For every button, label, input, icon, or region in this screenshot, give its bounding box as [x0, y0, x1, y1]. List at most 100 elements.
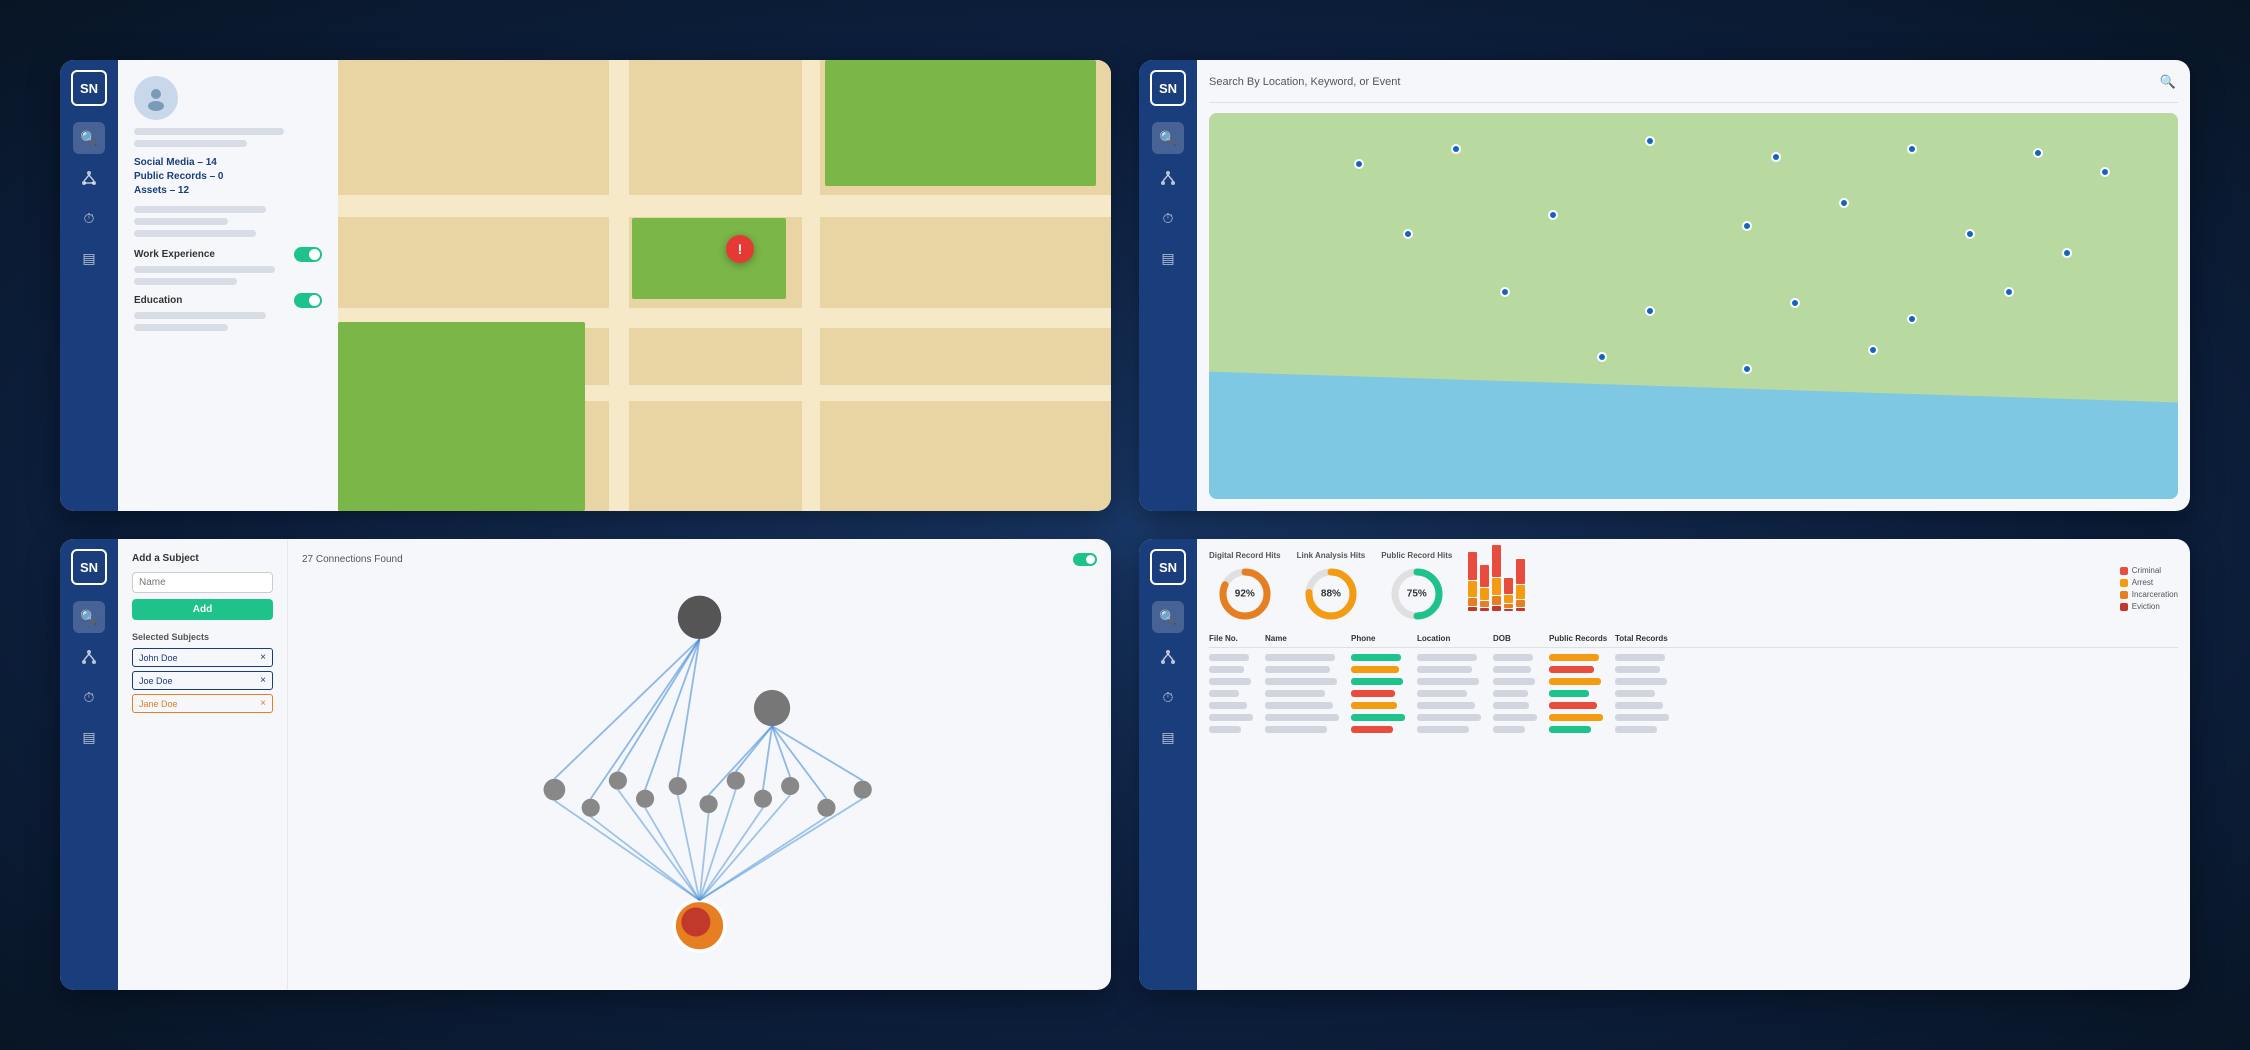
- node-ml5: [669, 777, 687, 795]
- subject-name-jane: Jane Doe: [139, 699, 178, 709]
- map-pin: !: [726, 235, 754, 263]
- subject-chip-jane[interactable]: Jane Doe ×: [132, 694, 273, 713]
- bar-eviction-2: [1480, 608, 1489, 611]
- sidebar2-layers-icon[interactable]: ▤: [1152, 242, 1184, 274]
- panel1-content: Social Media – 14 Public Records – 0 Ass…: [118, 60, 1111, 511]
- add-subject-title: Add a Subject: [132, 553, 273, 564]
- sidebar3-search-icon[interactable]: 🔍: [73, 601, 105, 633]
- content-line-2: [134, 218, 228, 225]
- records-top-section: Digital Record Hits 92% Link Analysis Hi…: [1209, 551, 2178, 624]
- map-background: !: [338, 60, 1111, 511]
- public-record-pct: 75%: [1407, 589, 1427, 600]
- cell-tot-7: [1615, 726, 1675, 733]
- education-toggle[interactable]: [294, 293, 322, 308]
- node-ml6: [700, 795, 718, 813]
- subject-chip-john[interactable]: John Doe ×: [132, 648, 273, 667]
- name-input[interactable]: [132, 572, 273, 593]
- network-toggle[interactable]: [1073, 553, 1097, 566]
- link-analysis-section: Link Analysis Hits 88%: [1297, 551, 1366, 624]
- logo-1: SN: [71, 70, 107, 106]
- cell-dob-7: [1493, 726, 1543, 733]
- work-experience-toggle[interactable]: [294, 247, 322, 262]
- sidebar-search-icon[interactable]: 🔍: [73, 122, 105, 154]
- bar-criminal-1: [1468, 552, 1477, 580]
- search-placeholder-text: Search By Location, Keyword, or Event: [1209, 76, 2158, 88]
- sidebar-layers-icon[interactable]: ▤: [73, 242, 105, 274]
- map-dot-9: [1548, 210, 1558, 220]
- edu-line-2: [134, 324, 228, 331]
- add-subject-button[interactable]: Add: [132, 599, 273, 620]
- logo-2: SN: [1150, 70, 1186, 106]
- sidebar4-network-icon[interactable]: [1152, 641, 1184, 673]
- selected-subjects-label: Selected Subjects: [132, 632, 273, 642]
- legend-label-criminal: Criminal: [2132, 566, 2161, 575]
- cell-loc-1: [1417, 654, 1487, 661]
- sidebar-network-icon[interactable]: [73, 162, 105, 194]
- cell-dob-6: [1493, 714, 1543, 721]
- bar-chart-wrapper: Criminal Arrest Incarceration Evict: [1468, 551, 2178, 611]
- search-button[interactable]: 🔍: [2158, 72, 2178, 92]
- cell-dob-4: [1493, 690, 1543, 697]
- panel3-content: Add a Subject Add Selected Subjects John…: [118, 539, 1111, 990]
- cell-file-3: [1209, 678, 1259, 685]
- content-line-1: [134, 206, 266, 213]
- sidebar3-network-icon[interactable]: [73, 641, 105, 673]
- cell-name-1: [1265, 654, 1345, 661]
- map-dot-15: [1645, 306, 1655, 316]
- sidebar4-clock-icon[interactable]: ⏱: [1152, 681, 1184, 713]
- col-head-location: Location: [1417, 634, 1487, 643]
- sidebar2-search-icon[interactable]: 🔍: [1152, 122, 1184, 154]
- sidebar3-layers-icon[interactable]: ▤: [73, 721, 105, 753]
- sidebar2-network-icon[interactable]: [1152, 162, 1184, 194]
- map-dot-12: [1965, 229, 1975, 239]
- network-panel: 27 Connections Found: [288, 539, 1111, 990]
- records-table: File No. Name Phone Location DOB Public …: [1209, 634, 2178, 978]
- bar-arrest-4: [1504, 595, 1513, 603]
- cell-pub-2: [1549, 666, 1609, 673]
- search-bar: Search By Location, Keyword, or Event 🔍: [1209, 72, 2178, 103]
- subject-remove-joe[interactable]: ×: [260, 675, 266, 686]
- edge-5: [678, 639, 700, 777]
- work-line-1: [134, 266, 275, 273]
- cell-phone-2: [1351, 666, 1411, 673]
- link-analysis-panel: SN 🔍 ⏱ ▤ Add a Subject Add Selected Subj…: [60, 539, 1111, 990]
- subject-chip-joe[interactable]: Joe Doe ×: [132, 671, 273, 690]
- sidebar3-clock-icon[interactable]: ⏱: [73, 681, 105, 713]
- bar-arrest-1: [1468, 581, 1477, 597]
- table-row-3: [1209, 678, 2178, 685]
- digital-hits-label: Digital Record Hits: [1209, 551, 1281, 560]
- profile-map-panel: SN 🔍 ⏱ ▤: [60, 60, 1111, 511]
- road-h1: [338, 195, 1111, 217]
- profile-name-line: [134, 128, 284, 135]
- cell-name-3: [1265, 678, 1345, 685]
- public-records-stat: Public Records – 0: [134, 171, 322, 182]
- bar-incarc-4: [1504, 604, 1513, 608]
- cell-pub-4: [1549, 690, 1609, 697]
- subject-remove-jane[interactable]: ×: [260, 698, 266, 709]
- legend-label-eviction: Eviction: [2132, 602, 2160, 611]
- bar-criminal-5: [1516, 559, 1525, 584]
- sidebar4-layers-icon[interactable]: ▤: [1152, 721, 1184, 753]
- cell-tot-5: [1615, 702, 1675, 709]
- edge-9: [772, 726, 790, 777]
- col-head-name: Name: [1265, 634, 1345, 643]
- chart-legend: Criminal Arrest Incarceration Evict: [2120, 566, 2178, 611]
- edge-b11: [700, 799, 863, 901]
- edge-b4: [645, 808, 699, 900]
- map-dot-17: [1907, 314, 1917, 324]
- cell-loc-3: [1417, 678, 1487, 685]
- node-ml4: [636, 790, 654, 808]
- legend-dot-incarceration: [2120, 591, 2128, 599]
- cell-name-7: [1265, 726, 1345, 733]
- sidebar2-clock-icon[interactable]: ⏱: [1152, 202, 1184, 234]
- subject-remove-john[interactable]: ×: [260, 652, 266, 663]
- map-dot-5: [1907, 144, 1917, 154]
- education-label: Education: [134, 295, 182, 306]
- sidebar-clock-icon[interactable]: ⏱: [73, 202, 105, 234]
- node-top: [678, 596, 722, 640]
- cell-loc-4: [1417, 690, 1487, 697]
- bar-criminal-4: [1504, 578, 1513, 594]
- sidebar4-search-icon[interactable]: 🔍: [1152, 601, 1184, 633]
- cell-tot-6: [1615, 714, 1675, 721]
- node-mid: [754, 690, 790, 726]
